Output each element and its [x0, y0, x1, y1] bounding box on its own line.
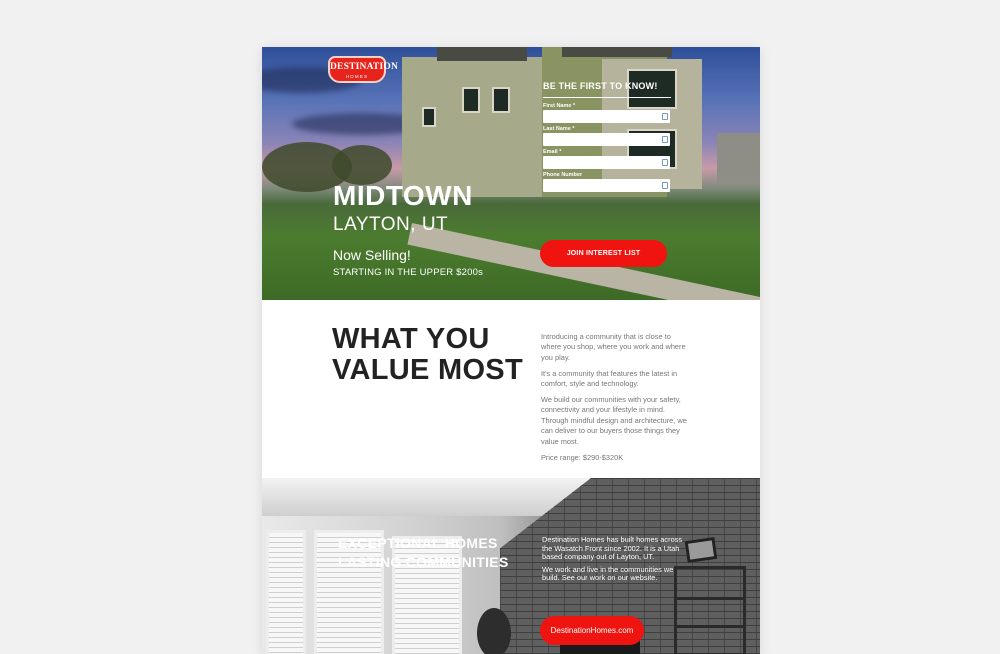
townhome-building	[402, 57, 542, 197]
shelf-board	[677, 597, 743, 600]
email-label: Email *	[543, 149, 562, 155]
hero-section: DESTINATION HOMES MIDTOWN LAYTON, UT Now…	[262, 47, 760, 300]
first-name-field[interactable]	[543, 110, 670, 123]
autofill-icon	[662, 136, 668, 143]
roof	[562, 47, 672, 57]
value-section: WHAT YOU VALUE MOST Introducing a commun…	[262, 300, 760, 478]
tree	[332, 145, 392, 185]
hero-location: LAYTON, UT	[333, 214, 449, 235]
about-description: Destination Homes has built homes across…	[542, 535, 692, 587]
website-link-button[interactable]: DestinationHomes.com	[540, 616, 644, 645]
about-heading-line: EXCEPTIONAL HOMES	[338, 535, 498, 551]
value-paragraph: We build our communities with your safet…	[541, 395, 687, 446]
hero-status: Now Selling!	[333, 247, 411, 263]
logo-wordmark: DESTINATION	[330, 62, 399, 72]
hero-price-note: STARTING IN THE UPPER $200s	[333, 267, 484, 278]
join-interest-list-button[interactable]: JOIN INTEREST LIST	[540, 240, 667, 267]
roof	[437, 47, 527, 61]
about-heading-line: LASTING COMMUNITIES	[338, 554, 509, 570]
about-paragraph: Destination Homes has built homes across…	[542, 535, 683, 562]
value-heading: WHAT YOU VALUE MOST	[332, 323, 523, 386]
window	[492, 87, 510, 113]
shelf-board	[677, 625, 743, 628]
email-field[interactable]	[543, 156, 670, 169]
autofill-icon	[662, 159, 668, 166]
autofill-icon	[662, 182, 668, 189]
interest-form: BE THE FIRST TO KNOW! First Name * Last …	[543, 81, 671, 192]
phone-field[interactable]	[543, 179, 670, 192]
destination-homes-logo[interactable]: DESTINATION HOMES	[328, 56, 399, 83]
hero-title: MIDTOWN	[333, 180, 473, 211]
phone-label: Phone Number	[543, 172, 583, 178]
value-paragraph: Introducing a community that is close to…	[541, 332, 686, 362]
window	[462, 87, 480, 113]
window-blinds	[266, 530, 306, 654]
about-section: EXCEPTIONAL HOMES LASTING COMMUNITIES De…	[262, 478, 760, 654]
about-heading: EXCEPTIONAL HOMES LASTING COMMUNITIES	[338, 534, 509, 572]
last-name-label: Last Name *	[543, 126, 575, 132]
townhome-building	[717, 133, 760, 183]
last-name-field[interactable]	[543, 133, 670, 146]
house-plant	[477, 608, 511, 654]
value-description: Introducing a community that is close to…	[541, 332, 687, 468]
price-range: Price range: $290-$320K	[541, 452, 624, 462]
first-name-label: First Name *	[543, 103, 576, 109]
window	[422, 107, 436, 127]
about-paragraph: We work and live in the communities we b…	[542, 564, 674, 583]
form-heading: BE THE FIRST TO KNOW!	[543, 81, 671, 98]
logo-tagline: HOMES	[345, 74, 369, 79]
autofill-icon	[662, 113, 668, 120]
value-paragraph: It's a community that features the lates…	[541, 368, 678, 389]
landing-page: DESTINATION HOMES MIDTOWN LAYTON, UT Now…	[262, 47, 760, 654]
